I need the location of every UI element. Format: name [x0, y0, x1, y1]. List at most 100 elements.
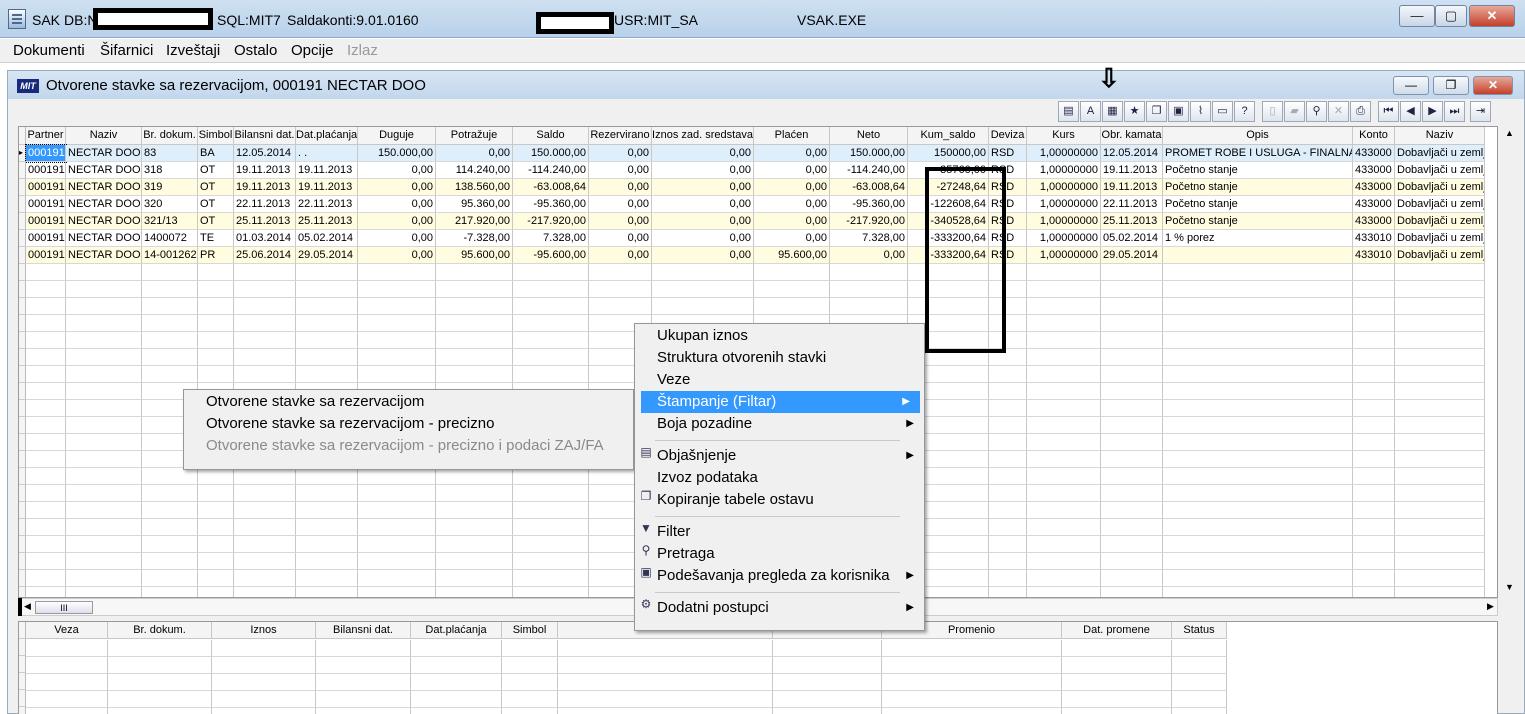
column-header[interactable]: Naziv — [66, 127, 142, 145]
empty-cell[interactable] — [66, 298, 142, 315]
empty-cell[interactable] — [1172, 657, 1227, 674]
empty-cell[interactable] — [1027, 332, 1101, 349]
empty-cell[interactable] — [1395, 434, 1485, 451]
table-cell[interactable]: 0,00 — [652, 196, 754, 213]
empty-cell[interactable] — [1101, 434, 1163, 451]
empty-cell[interactable] — [296, 366, 358, 383]
menu-item-ukupan-iznos[interactable]: Ukupan iznos — [635, 325, 924, 347]
empty-cell[interactable] — [652, 298, 754, 315]
empty-cell[interactable] — [1353, 417, 1395, 434]
table-cell[interactable]: -63.008,64 — [830, 179, 908, 196]
empty-cell[interactable] — [296, 315, 358, 332]
empty-cell[interactable] — [1062, 674, 1172, 691]
document-icon[interactable]: ▤ — [1058, 101, 1079, 122]
empty-cell[interactable] — [1395, 451, 1485, 468]
empty-cell[interactable] — [1395, 264, 1485, 281]
empty-cell[interactable] — [66, 315, 142, 332]
delete-icon[interactable]: ✕ — [1328, 101, 1349, 122]
table-cell[interactable]: Dobavljači u zemlji — [1395, 179, 1485, 196]
table-cell[interactable]: 319 — [142, 179, 198, 196]
empty-cell[interactable] — [1101, 366, 1163, 383]
empty-cell[interactable] — [26, 519, 66, 536]
table-cell[interactable]: 0,00 — [589, 162, 652, 179]
empty-cell[interactable] — [830, 298, 908, 315]
empty-cell[interactable] — [234, 485, 296, 502]
table-cell[interactable]: 0,00 — [358, 213, 436, 230]
empty-cell[interactable] — [513, 315, 589, 332]
table-cell[interactable]: -95.360,00 — [513, 196, 589, 213]
table-cell[interactable]: RSD — [989, 145, 1027, 162]
empty-cell[interactable] — [882, 657, 1062, 674]
row-selector[interactable] — [19, 656, 26, 673]
empty-cell[interactable] — [754, 264, 830, 281]
row-selector[interactable] — [19, 519, 26, 536]
star-icon[interactable]: ★ — [1124, 101, 1145, 122]
table-cell[interactable]: 22.11.2013 — [296, 196, 358, 213]
empty-cell[interactable] — [1101, 587, 1163, 597]
table-cell[interactable]: 1 % porez — [1163, 230, 1353, 247]
empty-cell[interactable] — [989, 536, 1027, 553]
empty-cell[interactable] — [1163, 383, 1353, 400]
empty-cell[interactable] — [882, 691, 1062, 708]
table-cell[interactable]: 1,00000000 — [1027, 179, 1101, 196]
table-cell[interactable]: Dobavljači u zemlji — [1395, 213, 1485, 230]
empty-cell[interactable] — [358, 349, 436, 366]
monitor-icon[interactable]: ▭ — [1212, 101, 1233, 122]
empty-cell[interactable] — [26, 485, 66, 502]
table-cell[interactable]: 433000 — [1353, 196, 1395, 213]
empty-cell[interactable] — [26, 536, 66, 553]
row-selector[interactable]: ▸ — [19, 145, 26, 162]
table-cell[interactable]: 1400072 — [142, 230, 198, 247]
empty-cell[interactable] — [1163, 536, 1353, 553]
empty-cell[interactable] — [26, 349, 66, 366]
empty-cell[interactable] — [142, 298, 198, 315]
table-cell[interactable]: -95.360,00 — [830, 196, 908, 213]
row-selector[interactable] — [19, 417, 26, 434]
printer-icon[interactable]: ⎙ — [1350, 101, 1371, 122]
empty-cell[interactable] — [358, 587, 436, 597]
empty-cell[interactable] — [108, 640, 212, 657]
empty-cell[interactable] — [436, 536, 513, 553]
empty-cell[interactable] — [296, 519, 358, 536]
empty-cell[interactable] — [66, 485, 142, 502]
table-cell[interactable]: PROMET ROBE I USLUGA - FINALNA — [1163, 145, 1353, 162]
empty-cell[interactable] — [234, 570, 296, 587]
empty-cell[interactable] — [198, 349, 234, 366]
empty-cell[interactable] — [652, 264, 754, 281]
empty-cell[interactable] — [989, 485, 1027, 502]
empty-cell[interactable] — [1353, 536, 1395, 553]
empty-cell[interactable] — [1027, 298, 1101, 315]
menu-item-filter[interactable]: ▼ Filter — [635, 521, 924, 543]
empty-cell[interactable] — [1101, 298, 1163, 315]
empty-cell[interactable] — [1395, 349, 1485, 366]
empty-cell[interactable] — [558, 691, 773, 708]
empty-cell[interactable] — [1163, 332, 1353, 349]
table-cell[interactable]: 000191 — [26, 196, 66, 213]
table-cell[interactable]: 433000 — [1353, 162, 1395, 179]
menu-item-stampanje[interactable]: Štampanje (Filtar) ▶ — [641, 391, 920, 413]
table-cell[interactable]: NECTAR DOO — [66, 247, 142, 264]
empty-cell[interactable] — [198, 553, 234, 570]
empty-cell[interactable] — [66, 570, 142, 587]
empty-cell[interactable] — [66, 417, 142, 434]
row-selector[interactable] — [19, 213, 26, 230]
empty-cell[interactable] — [198, 332, 234, 349]
table-cell[interactable]: NECTAR DOO — [66, 230, 142, 247]
last-record-icon[interactable]: ⏭ — [1444, 101, 1465, 122]
empty-cell[interactable] — [26, 315, 66, 332]
empty-cell[interactable] — [1163, 400, 1353, 417]
empty-cell[interactable] — [1163, 502, 1353, 519]
empty-cell[interactable] — [234, 315, 296, 332]
table-cell[interactable]: 150000,00 — [908, 145, 989, 162]
table-cell[interactable]: 114.240,00 — [436, 162, 513, 179]
table-cell[interactable]: 1,00000000 — [1027, 145, 1101, 162]
table-cell[interactable]: Početno stanje — [1163, 179, 1353, 196]
empty-cell[interactable] — [1163, 264, 1353, 281]
column-header[interactable]: Potražuje — [436, 127, 513, 145]
empty-cell[interactable] — [754, 281, 830, 298]
empty-cell[interactable] — [989, 587, 1027, 597]
empty-cell[interactable] — [66, 264, 142, 281]
table-cell[interactable]: 05.02.2014 — [296, 230, 358, 247]
empty-cell[interactable] — [142, 485, 198, 502]
empty-cell[interactable] — [108, 691, 212, 708]
